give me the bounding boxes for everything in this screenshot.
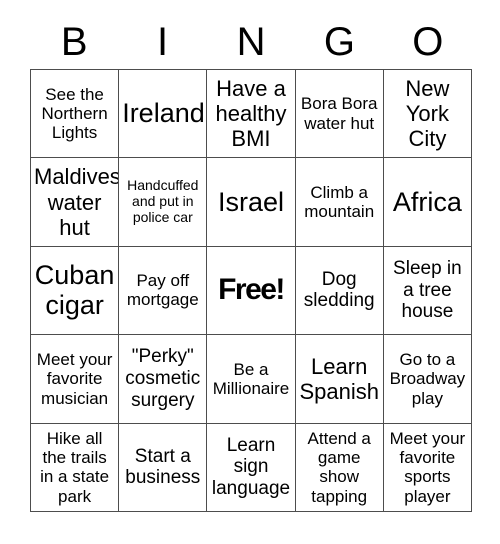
bingo-cell[interactable]: Pay off mortgage [119,246,208,336]
bingo-cell-label: Learn sign language [211,434,291,500]
bingo-cell-label: Meet your favorite musician [36,349,113,408]
bingo-cell-label: Be a Millionaire [212,359,290,398]
bingo-card: B I N G O See the Northern Lights Irelan… [0,0,500,544]
bingo-cell-label: Start a business [125,445,201,489]
header-letter-i: I [157,20,169,64]
bingo-cell[interactable]: Bora Bora water hut [295,70,384,159]
bingo-cell[interactable]: Meet your favorite sports player [383,423,472,512]
bingo-cell-label: New York City [405,76,450,152]
bingo-cell[interactable]: Have a healthy BMI [207,70,296,159]
bingo-cell-label: See the Northern Lights [41,84,108,143]
bingo-cell[interactable]: Climb a mountain [295,158,384,247]
bingo-cell[interactable]: Meet your favorite musician [31,335,120,424]
bingo-cell-label: Climb a mountain [304,182,375,222]
bingo-cell-label: Africa [392,186,462,217]
bingo-cell-label: Meet your favorite sports player [389,428,466,506]
bingo-cell[interactable]: Maldives water hut [31,158,120,247]
bingo-header-row: B I N G O [30,16,472,68]
bingo-cell[interactable]: Israel [207,158,296,247]
bingo-cell[interactable]: Attend a game show tapping [295,423,384,512]
bingo-cell[interactable]: "Perky" cosmetic surgery [119,335,208,424]
bingo-cell-label: Hike all the trails in a state park [40,428,110,506]
bingo-cell-free[interactable]: Free! [207,246,296,336]
bingo-cell-label: "Perky" cosmetic surgery [125,346,201,411]
bingo-cell[interactable]: Be a Millionaire [207,335,296,424]
bingo-cell-label: Sleep in a tree house [393,258,462,323]
bingo-cell-label: Dog sledding [303,268,375,312]
bingo-cell[interactable]: See the Northern Lights [31,70,120,159]
bingo-cell[interactable]: Sleep in a tree house [383,246,472,336]
bingo-cell[interactable]: Ireland [119,70,208,159]
bingo-cell[interactable]: New York City [383,70,472,159]
bingo-cell-label: Bora Bora water hut [300,94,378,133]
header-letter-b: B [60,20,88,64]
bingo-grid: See the Northern Lights Ireland Have a h… [30,69,472,512]
bingo-cell-label: Have a healthy BMI [215,76,287,152]
bingo-cell[interactable]: Cuban cigar [31,246,120,336]
bingo-cell[interactable]: Hike all the trails in a state park [31,423,120,512]
bingo-cell-label: Learn Spanish [299,353,379,404]
bingo-cell-label: Pay off mortgage [126,271,199,310]
bingo-cell-label: Cuban cigar [34,259,115,321]
bingo-cell[interactable]: Dog sledding [295,246,384,336]
bingo-cell-label: Israel [217,186,284,217]
header-letter-o: O [412,20,444,64]
bingo-cell-label: Maldives water hut [34,164,120,240]
bingo-cell-label: Go to a Broadway play [389,349,466,408]
bingo-cell[interactable]: Learn Spanish [295,335,384,424]
bingo-free-label: Free! [218,273,285,307]
bingo-cell[interactable]: Go to a Broadway play [383,335,472,424]
bingo-cell[interactable]: Start a business [119,423,208,512]
bingo-cell[interactable]: Learn sign language [207,423,296,512]
header-letter-g: G [323,20,355,64]
bingo-cell-label: Ireland [122,98,205,129]
bingo-cell-label: Attend a game show tapping [307,428,371,506]
bingo-cell[interactable]: Handcuffed and put in police car [119,158,208,247]
bingo-cell-label: Handcuffed and put in police car [127,177,199,226]
bingo-cell[interactable]: Africa [383,158,472,247]
header-letter-n: N [236,20,266,64]
